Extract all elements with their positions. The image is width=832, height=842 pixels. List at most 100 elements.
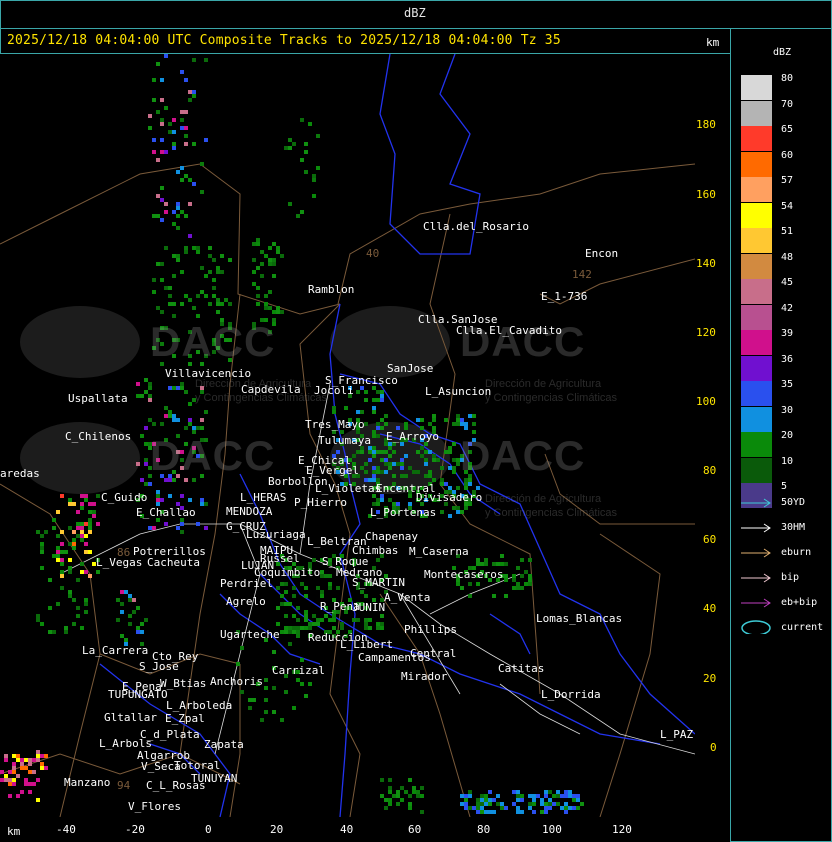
place-label: Encon <box>585 247 619 260</box>
radar-echo-cell <box>432 454 436 458</box>
radar-echo-cell <box>392 450 396 454</box>
track-label-eb-bip: eb+bip <box>781 597 818 608</box>
radar-echo-cell <box>140 394 144 398</box>
radar-echo-cell <box>416 794 420 798</box>
radar-echo-cell <box>280 310 284 314</box>
radar-echo-cell <box>276 586 280 590</box>
radar-echo-cell <box>44 766 48 770</box>
radar-echo-cell <box>384 806 388 810</box>
radar-echo-cell <box>96 494 100 498</box>
radar-echo-cell <box>296 678 300 682</box>
radar-echo-cell <box>184 214 188 218</box>
radar-echo-cell <box>372 406 376 410</box>
legend-swatch-label: 39 <box>781 328 794 339</box>
radar-echo-cell <box>356 390 360 394</box>
radar-echo-cell <box>380 614 384 618</box>
radar-echo-cell <box>228 258 232 262</box>
radar-echo-cell <box>20 766 24 770</box>
radar-echo-cell <box>160 198 164 202</box>
x-tick-label: 80 <box>477 823 491 836</box>
legend-swatch-label: 20 <box>781 430 794 441</box>
radar-echo-cell <box>412 786 416 790</box>
radar-echo-cell <box>456 414 460 418</box>
radar-echo-cell <box>568 806 572 810</box>
radar-echo-cell <box>184 426 188 430</box>
radar-echo-cell <box>168 302 172 306</box>
radar-echo-cell <box>132 598 136 602</box>
radar-echo-cell <box>376 558 380 562</box>
radar-echo-cell <box>372 466 376 470</box>
radar-echo-cell <box>432 458 436 462</box>
radar-echo-cell <box>456 486 460 490</box>
radar-echo-cell <box>464 482 468 486</box>
radar-echo-cell <box>80 562 84 566</box>
radar-echo-cell <box>428 474 432 478</box>
radar-echo-cell <box>332 618 336 622</box>
watermark-line-4a: Dirección de Agricultura <box>485 493 602 505</box>
radar-echo-cell <box>84 598 88 602</box>
radar-echo-cell <box>268 246 272 250</box>
radar-echo-cell <box>164 246 168 250</box>
radar-echo-cell <box>180 178 184 182</box>
radar-echo-cell <box>152 290 156 294</box>
radar-echo-cell <box>484 802 488 806</box>
place-label: Perdriel <box>220 577 273 590</box>
radar-echo-cell <box>320 574 324 578</box>
radar-echo-cell <box>204 526 208 530</box>
radar-echo-cell <box>304 594 308 598</box>
radar-echo-cell <box>188 90 192 94</box>
radar-echo-cell <box>188 98 192 102</box>
radar-echo-cell <box>252 258 256 262</box>
track-label-30hm: 30HM <box>781 522 806 533</box>
radar-echo-cell <box>68 566 72 570</box>
radar-echo-cell <box>284 582 288 586</box>
place-label: Russel <box>260 552 300 565</box>
radar-echo-cell <box>148 526 152 530</box>
radar-echo-cell <box>452 506 456 510</box>
place-label: MENDOZA <box>226 505 273 518</box>
radar-echo-cell <box>68 590 72 594</box>
radar-echo-cell <box>144 462 148 466</box>
radar-echo-cell <box>364 398 368 402</box>
radar-echo-cell <box>440 478 444 482</box>
radar-echo-cell <box>160 498 164 502</box>
radar-echo-cell <box>444 482 448 486</box>
legend-swatch <box>741 381 772 406</box>
radar-echo-cell <box>180 118 184 122</box>
radar-echo-cell <box>392 462 396 466</box>
radar-echo-cell <box>372 474 376 478</box>
radar-echo-cell <box>264 678 268 682</box>
radar-echo-cell <box>288 630 292 634</box>
legend-swatch-label: 5 <box>781 481 788 492</box>
radar-echo-cell <box>304 614 308 618</box>
radar-echo-cell <box>416 790 420 794</box>
radar-echo-cell <box>56 546 60 550</box>
radar-echo-cell <box>88 522 92 526</box>
radar-map[interactable]: DACC Dirección de Agricultura y Continge… <box>0 54 695 817</box>
radar-echo-cell <box>84 494 88 498</box>
radar-echo-cell <box>512 802 516 806</box>
radar-echo-cell <box>516 586 520 590</box>
radar-echo-cell <box>196 246 200 250</box>
radar-echo-cell <box>144 426 148 430</box>
radar-echo-cell <box>60 574 64 578</box>
radar-echo-cell <box>156 158 160 162</box>
radar-echo-cell <box>52 630 56 634</box>
radar-echo-cell <box>32 758 36 762</box>
radar-echo-cell <box>516 566 520 570</box>
radar-echo-cell <box>380 626 384 630</box>
radar-echo-cell <box>184 390 188 394</box>
radar-echo-cell <box>180 386 184 390</box>
radar-echo-cell <box>464 802 468 806</box>
legend-swatch-label: 45 <box>781 277 794 288</box>
radar-echo-cell <box>548 798 552 802</box>
radar-echo-cell <box>504 578 508 582</box>
radar-echo-cell <box>216 270 220 274</box>
radar-echo-cell <box>192 94 196 98</box>
track-legend-arrows <box>741 498 771 634</box>
radar-echo-cell <box>376 434 380 438</box>
radar-echo-cell <box>480 810 484 814</box>
place-label: Luzuriaga <box>246 528 306 541</box>
radar-echo-cell <box>52 554 56 558</box>
radar-echo-cell <box>376 626 380 630</box>
